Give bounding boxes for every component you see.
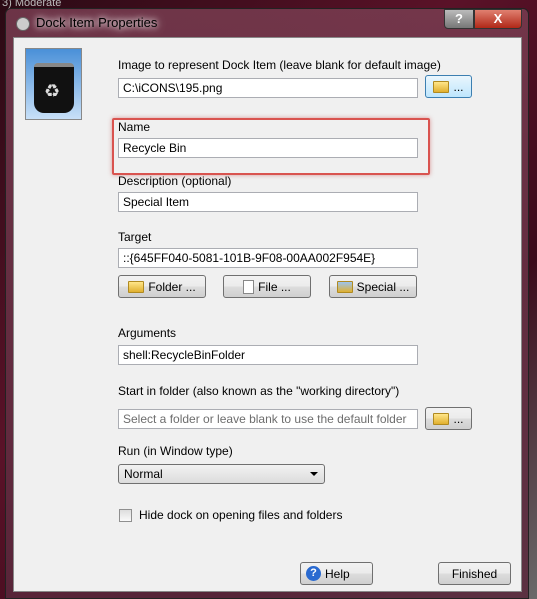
start-in-input[interactable]: Select a folder or leave blank to use th… <box>118 409 418 429</box>
app-icon <box>16 17 30 31</box>
help-icon: ? <box>306 566 321 581</box>
help-button-label: Help <box>325 566 350 581</box>
file-button-label: File ... <box>258 279 291 294</box>
target-input[interactable]: ::{645FF040-5081-101B-9F08-00AA002F954E} <box>118 248 418 268</box>
image-label: Image to represent Dock Item (leave blan… <box>118 58 441 72</box>
target-label: Target <box>118 230 152 244</box>
image-browse-button[interactable]: ... <box>425 75 472 98</box>
help-button[interactable]: ? Help <box>300 562 373 585</box>
arguments-label: Arguments <box>118 326 177 340</box>
run-selected-value: Normal <box>124 467 163 481</box>
run-label: Run (in Window type) <box>118 444 233 458</box>
dialog-client: ♻ Image to represent Dock Item (leave bl… <box>13 37 522 592</box>
description-input[interactable]: Special Item <box>118 192 418 212</box>
new-file-icon <box>243 279 255 294</box>
start-in-label: Start in folder (also known as the "work… <box>118 384 400 398</box>
new-folder-icon <box>128 280 145 293</box>
title-help-button[interactable]: ? <box>444 9 474 29</box>
special-button-label: Special ... <box>356 279 410 294</box>
target-special-button[interactable]: Special ... <box>329 275 417 298</box>
name-input[interactable]: Recycle Bin <box>118 138 418 158</box>
folder-open-icon <box>433 412 450 425</box>
special-folder-icon <box>336 280 353 293</box>
description-label: Description (optional) <box>118 174 232 188</box>
chevron-down-icon <box>310 472 318 476</box>
window-title: Dock Item Properties <box>36 15 158 30</box>
browse-label: ... <box>453 79 464 94</box>
target-file-button[interactable]: File ... <box>223 275 311 298</box>
dialog-window: Dock Item Properties ? X ♻ Image to repr… <box>5 8 529 599</box>
recycle-bin-icon: ♻ <box>25 48 82 120</box>
run-select[interactable]: Normal <box>118 464 325 484</box>
finished-button[interactable]: Finished <box>438 562 511 585</box>
target-folder-button[interactable]: Folder ... <box>118 275 206 298</box>
browse-label: ... <box>453 411 464 426</box>
hide-dock-checkbox[interactable] <box>119 509 132 522</box>
arguments-input[interactable]: shell:RecycleBinFolder <box>118 345 418 365</box>
image-path-input[interactable]: C:\iCONS\195.png <box>118 78 418 98</box>
folder-button-label: Folder ... <box>148 279 196 294</box>
folder-open-icon <box>433 80 450 93</box>
hide-dock-label[interactable]: Hide dock on opening files and folders <box>139 508 342 522</box>
close-button[interactable]: X <box>474 9 522 29</box>
start-in-browse-button[interactable]: ... <box>425 407 472 430</box>
name-label: Name <box>118 120 151 134</box>
